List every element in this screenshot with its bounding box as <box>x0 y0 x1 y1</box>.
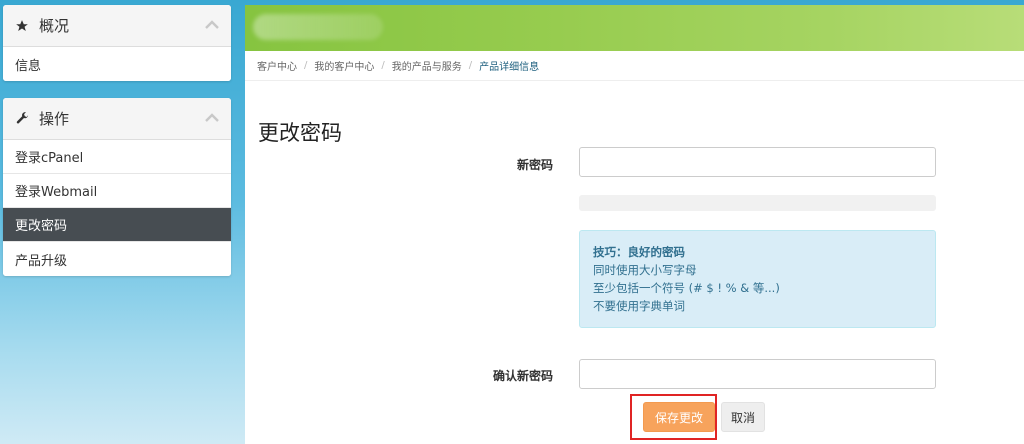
sidebar-item-login-webmail[interactable]: 登录Webmail <box>3 174 231 208</box>
chevron-up-icon[interactable] <box>205 112 219 126</box>
breadcrumb: 客户中心 / 我的客户中心 / 我的产品与服务 / 产品详细信息 <box>245 51 1024 81</box>
overview-panel-title: 概况 <box>39 17 70 35</box>
wrench-icon <box>15 111 33 126</box>
star-icon <box>15 19 33 33</box>
sidebar-item-info[interactable]: 信息 <box>3 47 231 81</box>
sidebar-item-upgrade[interactable]: 产品升级 <box>3 242 231 276</box>
breadcrumb-item[interactable]: 我的产品与服务 <box>392 58 462 73</box>
confirm-password-input[interactable] <box>579 359 936 389</box>
chevron-up-icon[interactable] <box>205 19 219 33</box>
actions-panel: 操作 登录cPanel 登录Webmail 更改密码 产品升级 <box>3 98 231 276</box>
tips-line: 同时使用大小写字母 <box>593 263 697 277</box>
breadcrumb-separator: / <box>304 60 308 71</box>
sidebar-item-change-password[interactable]: 更改密码 <box>3 208 231 242</box>
main-content: 客户中心 / 我的客户中心 / 我的产品与服务 / 产品详细信息 更改密码 新密… <box>245 5 1024 444</box>
tips-line: 不要使用字典单词 <box>593 299 685 313</box>
cancel-button[interactable]: 取消 <box>721 402 765 432</box>
breadcrumb-item[interactable]: 客户中心 <box>257 58 297 73</box>
actions-panel-title: 操作 <box>39 110 70 128</box>
password-strength-bar <box>579 195 936 211</box>
tips-title: 技巧：良好的密码 <box>593 245 685 259</box>
sidebar-item-login-cpanel[interactable]: 登录cPanel <box>3 140 231 174</box>
password-tips-box: 技巧：良好的密码 同时使用大小写字母 至少包括一个符号 (# $ ! % & 等… <box>579 230 936 328</box>
overview-panel-header[interactable]: 概况 <box>3 5 231 47</box>
new-password-label: 新密码 <box>516 158 553 172</box>
breadcrumb-current: 产品详细信息 <box>479 62 540 73</box>
overview-panel: 概况 信息 <box>3 5 231 81</box>
breadcrumb-separator: / <box>468 60 473 71</box>
page-title: 更改密码 <box>258 121 342 145</box>
actions-panel-header[interactable]: 操作 <box>3 98 231 140</box>
tips-line: 至少包括一个符号 (# $ ! % & 等...) <box>593 281 780 295</box>
new-password-input[interactable] <box>579 147 936 177</box>
breadcrumb-item[interactable]: 我的客户中心 <box>314 58 374 73</box>
logo-placeholder <box>253 14 383 40</box>
save-button[interactable]: 保存更改 <box>643 402 715 432</box>
breadcrumb-separator: / <box>381 60 385 71</box>
header-banner <box>245 5 1024 51</box>
confirm-password-label: 确认新密码 <box>492 369 553 383</box>
